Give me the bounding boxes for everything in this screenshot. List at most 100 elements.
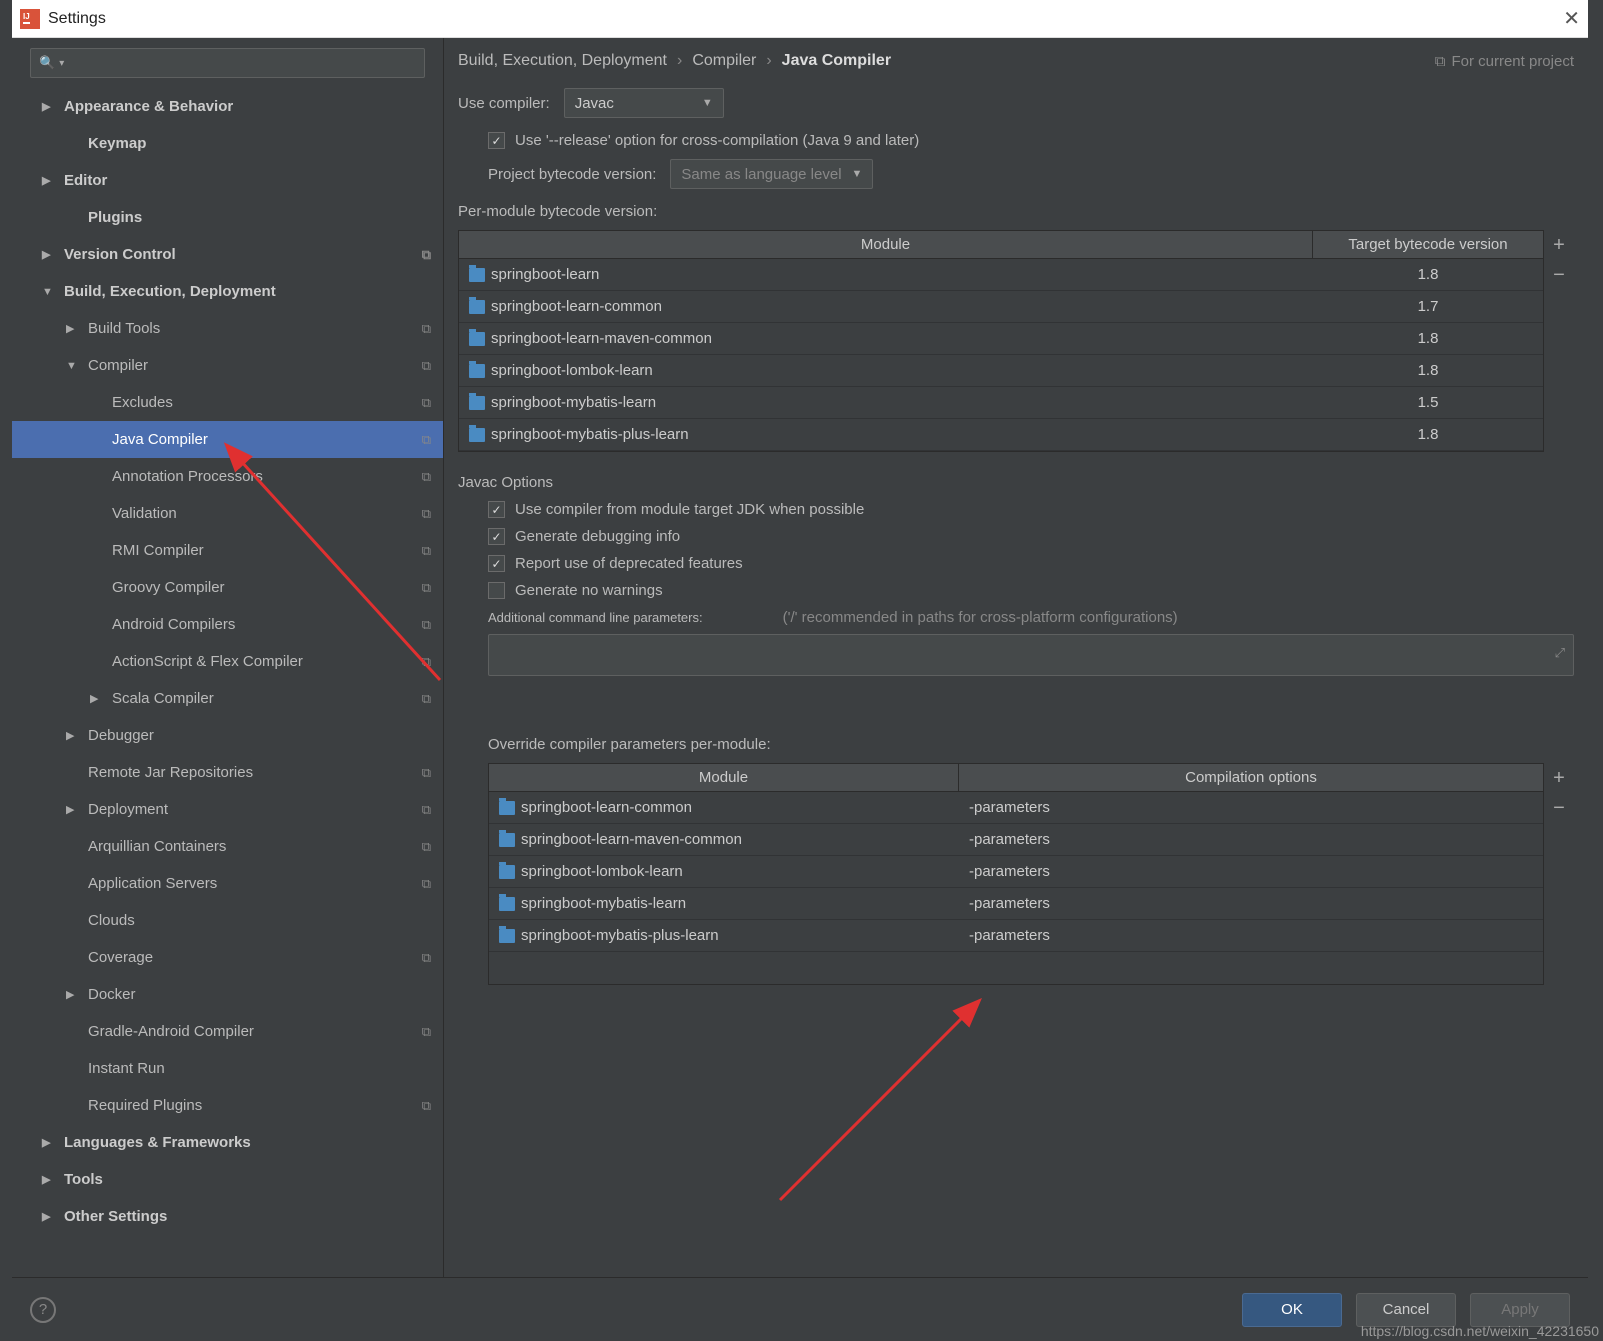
breadcrumb-b[interactable]: Compiler xyxy=(692,52,756,70)
main-area: 🔍 ▾ ▶Appearance & BehaviorKeymap▶Editor P… xyxy=(12,38,1588,1277)
sidebar-item[interactable]: Plugins xyxy=(12,199,443,236)
folder-icon xyxy=(469,332,485,346)
table-row[interactable]: springboot-learn-maven-common-parameters xyxy=(489,824,1543,856)
sidebar-item[interactable]: Validation⧉ xyxy=(12,495,443,532)
sidebar-item-label: Scala Compiler xyxy=(112,690,422,707)
opt-debug-checkbox[interactable]: Generate debugging info xyxy=(488,528,1574,545)
for-current-project: ⧉ For current project xyxy=(1435,53,1574,70)
cell-options: -parameters xyxy=(959,863,1543,880)
table-row[interactable]: springboot-mybatis-learn1.5 xyxy=(459,387,1543,419)
project-bytecode-select[interactable]: Same as language level ▼ xyxy=(670,159,873,189)
chevron-right-icon: ▶ xyxy=(42,248,58,261)
help-button[interactable]: ? xyxy=(30,1297,56,1323)
add-button[interactable]: + xyxy=(1544,763,1574,793)
cancel-button[interactable]: Cancel xyxy=(1356,1293,1456,1327)
remove-button[interactable]: − xyxy=(1544,260,1574,290)
search-input[interactable]: 🔍 ▾ xyxy=(30,48,425,78)
sidebar-item[interactable]: ▶Docker xyxy=(12,976,443,1013)
bytecode-table[interactable]: Module Target bytecode version springboo… xyxy=(458,230,1544,452)
table-row[interactable]: springboot-lombok-learn1.8 xyxy=(459,355,1543,387)
sidebar-item[interactable]: Instant Run xyxy=(12,1050,443,1087)
sidebar-item[interactable]: Coverage⧉ xyxy=(12,939,443,976)
sidebar-item[interactable]: ActionScript & Flex Compiler⧉ xyxy=(12,643,443,680)
folder-icon xyxy=(499,865,515,879)
sidebar-item-label: Excludes xyxy=(112,394,422,411)
add-button[interactable]: + xyxy=(1544,230,1574,260)
sidebar-item[interactable]: RMI Compiler⧉ xyxy=(12,532,443,569)
sidebar-item[interactable]: Arquillian Containers⧉ xyxy=(12,828,443,865)
sidebar-item[interactable]: ▶Deployment⧉ xyxy=(12,791,443,828)
sidebar-item[interactable]: Java Compiler⧉ xyxy=(12,421,443,458)
table-row[interactable]: springboot-learn1.8 xyxy=(459,259,1543,291)
sidebar-item[interactable]: ▶Scala Compiler⧉ xyxy=(12,680,443,717)
table-row[interactable]: springboot-lombok-learn-parameters xyxy=(489,856,1543,888)
sidebar-item[interactable]: Groovy Compiler⧉ xyxy=(12,569,443,606)
sidebar-item-label: Build Tools xyxy=(88,320,422,337)
breadcrumb-c: Java Compiler xyxy=(782,52,891,70)
opt-module-jdk-checkbox[interactable]: Use compiler from module target JDK when… xyxy=(488,501,1574,518)
table-row[interactable]: springboot-mybatis-plus-learn1.8 xyxy=(459,419,1543,451)
sidebar-item[interactable]: ▶ Tools xyxy=(12,1161,443,1198)
apply-button[interactable]: Apply xyxy=(1470,1293,1570,1327)
override-table[interactable]: Module Compilation options springboot-le… xyxy=(488,763,1544,985)
chevron-right-icon: ▶ xyxy=(42,1173,58,1186)
th-module[interactable]: Module xyxy=(459,231,1313,258)
th-module2[interactable]: Module xyxy=(489,764,959,791)
sidebar-item-label: Annotation Processors xyxy=(112,468,422,485)
chevron-right-icon: ▶ xyxy=(66,729,82,742)
copy-icon: ⧉ xyxy=(422,358,431,374)
remove-button[interactable]: − xyxy=(1544,793,1574,823)
sidebar-item[interactable]: Required Plugins⧉ xyxy=(12,1087,443,1124)
folder-icon xyxy=(499,929,515,943)
table-row[interactable]: springboot-mybatis-learn-parameters xyxy=(489,888,1543,920)
th-version[interactable]: Target bytecode version xyxy=(1313,231,1543,258)
sidebar-item[interactable]: ▶Version Control⧉ xyxy=(12,236,443,273)
sidebar-item-label: Plugins xyxy=(88,209,443,226)
cell-version: 1.8 xyxy=(1313,362,1543,379)
opt-deprecated-checkbox[interactable]: Report use of deprecated features xyxy=(488,555,1574,572)
sidebar-item[interactable]: Android Compilers⧉ xyxy=(12,606,443,643)
table-row[interactable]: springboot-learn-common-parameters xyxy=(489,792,1543,824)
table-row[interactable]: springboot-mybatis-plus-learn-parameters xyxy=(489,920,1543,952)
copy-icon: ⧉ xyxy=(422,765,431,781)
sidebar-item[interactable]: Remote Jar Repositories⧉ xyxy=(12,754,443,791)
close-icon[interactable]: ✕ xyxy=(1563,6,1580,31)
sidebar-item[interactable]: ▶Debugger xyxy=(12,717,443,754)
sidebar-item[interactable]: ▼Compiler⧉ xyxy=(12,347,443,384)
use-compiler-select[interactable]: Javac ▼ xyxy=(564,88,724,118)
table-row[interactable]: springboot-learn-maven-common1.8 xyxy=(459,323,1543,355)
sidebar-item-label: Application Servers xyxy=(88,875,422,892)
copy-icon: ⧉ xyxy=(422,506,431,522)
expand-icon[interactable]: ⤢ xyxy=(1555,645,1565,661)
folder-icon xyxy=(469,268,485,282)
sidebar-item[interactable]: ▶Build Tools⧉ xyxy=(12,310,443,347)
search-icon: 🔍 xyxy=(39,55,55,71)
sidebar-item-label: Remote Jar Repositories xyxy=(88,764,422,781)
sidebar-item[interactable]: ▼Build, Execution, Deployment xyxy=(12,273,443,310)
sidebar: 🔍 ▾ ▶Appearance & BehaviorKeymap▶Editor P… xyxy=(12,38,444,1277)
sidebar-item[interactable]: Clouds xyxy=(12,902,443,939)
sidebar-item[interactable]: ▶Other Settings xyxy=(12,1198,443,1235)
folder-icon xyxy=(469,428,485,442)
sidebar-item[interactable]: ▶Editor xyxy=(12,162,443,199)
copy-icon: ⧉ xyxy=(422,617,431,633)
breadcrumb-a[interactable]: Build, Execution, Deployment xyxy=(458,52,667,70)
sidebar-item[interactable]: ▶Appearance & Behavior xyxy=(12,88,443,125)
sidebar-item[interactable]: Application Servers⧉ xyxy=(12,865,443,902)
sidebar-item[interactable]: ▶Languages & Frameworks xyxy=(12,1124,443,1161)
ok-button[interactable]: OK xyxy=(1242,1293,1342,1327)
table-row[interactable]: springboot-learn-common1.7 xyxy=(459,291,1543,323)
sidebar-item-label: Tools xyxy=(64,1171,443,1188)
sidebar-item[interactable]: Excludes⧉ xyxy=(12,384,443,421)
copy-icon: ⧉ xyxy=(422,1098,431,1114)
th-opts[interactable]: Compilation options xyxy=(959,764,1543,791)
sidebar-item[interactable]: Annotation Processors⧉ xyxy=(12,458,443,495)
opt-no-warnings-checkbox[interactable]: Generate no warnings xyxy=(488,582,1574,599)
checkbox-icon xyxy=(488,501,505,518)
cell-options: -parameters xyxy=(959,895,1543,912)
sidebar-item[interactable]: Gradle-Android Compiler⧉ xyxy=(12,1013,443,1050)
sidebar-item[interactable]: Keymap xyxy=(12,125,443,162)
sidebar-item-label: Version Control xyxy=(64,246,422,263)
additional-params-input[interactable]: ⤢ xyxy=(488,634,1574,676)
release-option-checkbox[interactable]: Use '--release' option for cross-compila… xyxy=(488,132,1574,149)
